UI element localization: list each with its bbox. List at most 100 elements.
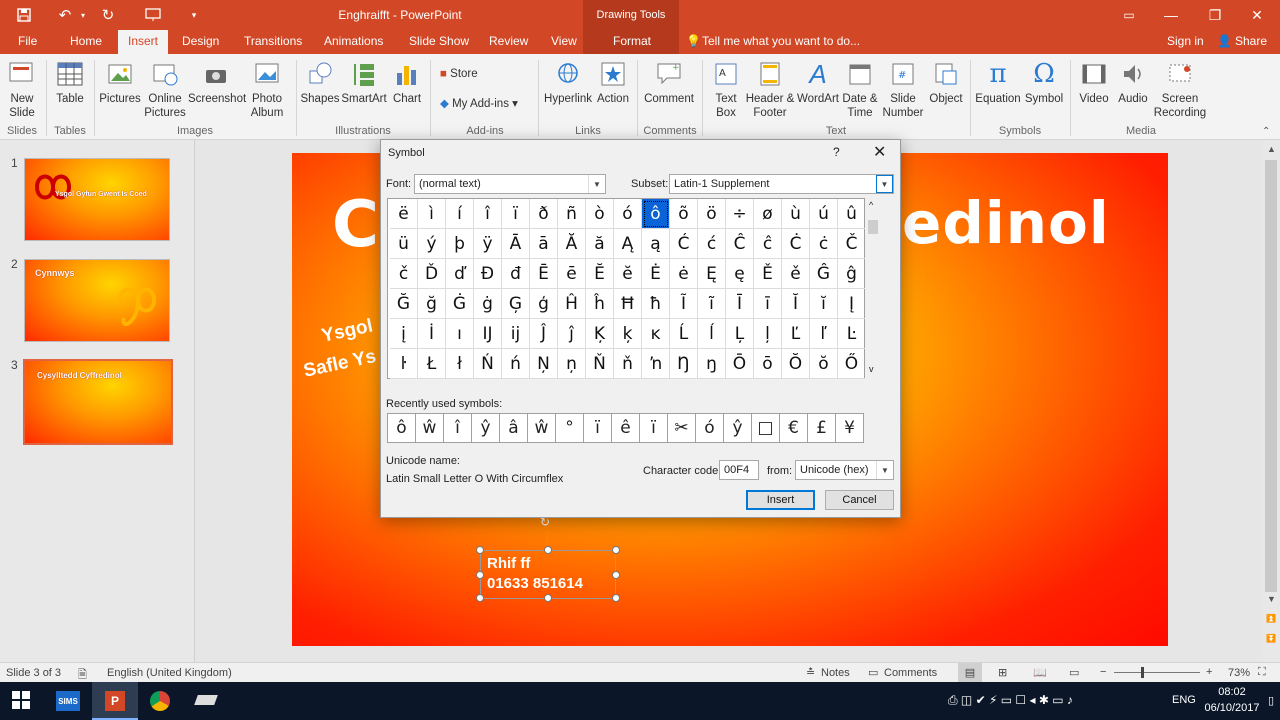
symbol-cell[interactable]: Ĥ [558, 289, 586, 319]
resize-handle[interactable] [612, 594, 620, 602]
symbol-cell[interactable]: ĳ [502, 319, 530, 349]
sign-in-link[interactable]: Sign in [1167, 34, 1204, 48]
symbol-cell[interactable]: Ę [698, 259, 726, 289]
tab-view[interactable]: View [551, 34, 577, 48]
symbol-cell[interactable]: ē [558, 259, 586, 289]
slide-thumbnail-1[interactable]: Ysgol Gyfun Gwent Is Coed [24, 158, 170, 241]
hyperlink-button[interactable]: Hyperlink [542, 58, 594, 106]
tab-file[interactable]: File [18, 34, 37, 48]
shapes-button[interactable]: Shapes [300, 58, 340, 106]
close-button[interactable]: ✕ [1234, 2, 1280, 28]
symbol-cell[interactable]: ö [698, 199, 726, 229]
symbol-cell[interactable]: ģ [530, 289, 558, 319]
online-pictures-button[interactable]: Online Pictures [143, 58, 187, 120]
help-button[interactable]: ? [833, 145, 840, 159]
recent-symbol-cell[interactable]: ï [640, 413, 668, 443]
subset-select[interactable]: Latin-1 Supplement ▼ [669, 174, 894, 194]
photo-album-button[interactable]: Photo Album [244, 58, 290, 120]
symbol-cell[interactable]: į [390, 319, 418, 349]
smartart-button[interactable]: SmartArt [340, 58, 388, 106]
slide-thumbnail-3[interactable]: Cysylltedd Cyffredinol [23, 359, 173, 445]
recent-symbol-cell[interactable]: ó [696, 413, 724, 443]
my-addins-button[interactable]: ◆ My Add-ins ▾ [440, 96, 518, 110]
symbol-cell[interactable]: ÿ [474, 229, 502, 259]
cancel-button[interactable]: Cancel [825, 490, 894, 510]
symbol-cell[interactable]: ĺ [698, 319, 726, 349]
slide-number-button[interactable]: # Slide Number [880, 58, 926, 120]
symbol-cell[interactable]: ï [502, 199, 530, 229]
symbol-cell[interactable]: ċ [810, 229, 838, 259]
resize-handle[interactable] [544, 546, 552, 554]
symbol-cell[interactable]: Ą [614, 229, 642, 259]
input-language[interactable]: ENG [1172, 694, 1196, 706]
tab-review[interactable]: Review [489, 34, 528, 48]
recent-symbol-cell[interactable]: £ [808, 413, 836, 443]
next-slide-icon[interactable]: ⏬ [1266, 634, 1276, 643]
recent-symbol-cell[interactable]: ŵ [528, 413, 556, 443]
symbol-cell[interactable]: ð [530, 199, 558, 229]
symbol-cell[interactable]: İ [418, 319, 446, 349]
symbol-cell[interactable]: Ń [474, 349, 502, 379]
resize-handle[interactable] [612, 546, 620, 554]
symbol-cell[interactable]: ñ [558, 199, 586, 229]
recent-symbol-cell[interactable]: ô [388, 413, 416, 443]
sims-app-icon[interactable]: SIMS [56, 691, 80, 711]
fit-to-window-icon[interactable]: ⛶ [1258, 666, 1266, 679]
symbol-cell[interactable]: Ő [838, 349, 866, 379]
symbol-cell[interactable]: ć [698, 229, 726, 259]
symbol-cell[interactable]: Ľ [782, 319, 810, 349]
recent-symbol-cell[interactable]: € [780, 413, 808, 443]
selected-textbox[interactable]: Rhif ff 01633 851614 [480, 550, 616, 599]
recent-symbol-cell[interactable]: î [444, 413, 472, 443]
symbol-cell[interactable]: ğ [418, 289, 446, 319]
powerpoint-taskbar-button[interactable]: P [92, 682, 138, 720]
reading-view-icon[interactable]: 📖 [1033, 666, 1047, 679]
scroll-thumb[interactable] [1265, 160, 1277, 592]
clock-date[interactable]: 06/10/2017 [1200, 702, 1264, 714]
symbol-cell[interactable]: ô [642, 199, 670, 229]
recent-symbol-cell[interactable]: □ [752, 413, 780, 443]
symbol-cell[interactable]: ħ [642, 289, 670, 319]
symbol-cell[interactable]: Ŀ [838, 319, 866, 349]
recent-symbol-cell[interactable]: ŷ [472, 413, 500, 443]
chrome-icon[interactable] [150, 691, 170, 711]
symbol-cell[interactable]: Ć [670, 229, 698, 259]
symbol-cell[interactable]: ĩ [698, 289, 726, 319]
audio-button[interactable]: Audio [1114, 58, 1152, 106]
minimize-button[interactable]: — [1148, 2, 1194, 28]
new-slide-button[interactable]: New Slide [4, 58, 40, 120]
symbol-cell[interactable]: þ [446, 229, 474, 259]
symbol-cell[interactable]: ý [418, 229, 446, 259]
slide-title-left[interactable]: C [332, 188, 379, 262]
slide-rotated-line2[interactable]: Safle Ys [302, 346, 379, 383]
recent-symbol-cell[interactable]: ✂ [668, 413, 696, 443]
slide-thumbnail-2[interactable]: Cynnwys [24, 259, 170, 342]
store-button[interactable]: ■ Store [440, 68, 478, 80]
symbol-cell[interactable]: Ġ [446, 289, 474, 319]
symbol-cell[interactable]: ō [754, 349, 782, 379]
recent-symbol-cell[interactable]: ° [556, 413, 584, 443]
symbol-cell[interactable]: Ļ [726, 319, 754, 349]
dialog-close-icon[interactable]: ✕ [873, 142, 886, 162]
symbol-cell[interactable]: ÷ [726, 199, 754, 229]
screen-recording-button[interactable]: Screen Recording [1152, 58, 1208, 120]
ribbon-display-options-icon[interactable]: ▭ [1106, 2, 1152, 28]
symbol-cell[interactable]: ł [446, 349, 474, 379]
equation-button[interactable]: π Equation [974, 58, 1022, 106]
symbol-cell[interactable]: ľ [810, 319, 838, 349]
scroll-down-icon[interactable]: ▼ [1267, 594, 1276, 604]
symbol-cell[interactable]: Ă [558, 229, 586, 259]
symbol-cell[interactable]: Ĺ [670, 319, 698, 349]
header-footer-button[interactable]: Header & Footer [744, 58, 796, 120]
zoom-out-icon[interactable]: − [1100, 666, 1106, 678]
symbol-cell[interactable]: ę [726, 259, 754, 289]
symbol-cell[interactable]: Ħ [614, 289, 642, 319]
recent-symbol-cell[interactable]: ŵ [416, 413, 444, 443]
date-time-button[interactable]: Date & Time [840, 58, 880, 120]
symbol-cell[interactable]: ø [754, 199, 782, 229]
symbol-cell[interactable]: Ē [530, 259, 558, 289]
tab-animations[interactable]: Animations [324, 34, 383, 48]
slide-rotated-line1[interactable]: Ysgol [320, 315, 375, 347]
symbol-cell[interactable]: ď [446, 259, 474, 289]
symbol-cell[interactable]: Ģ [502, 289, 530, 319]
